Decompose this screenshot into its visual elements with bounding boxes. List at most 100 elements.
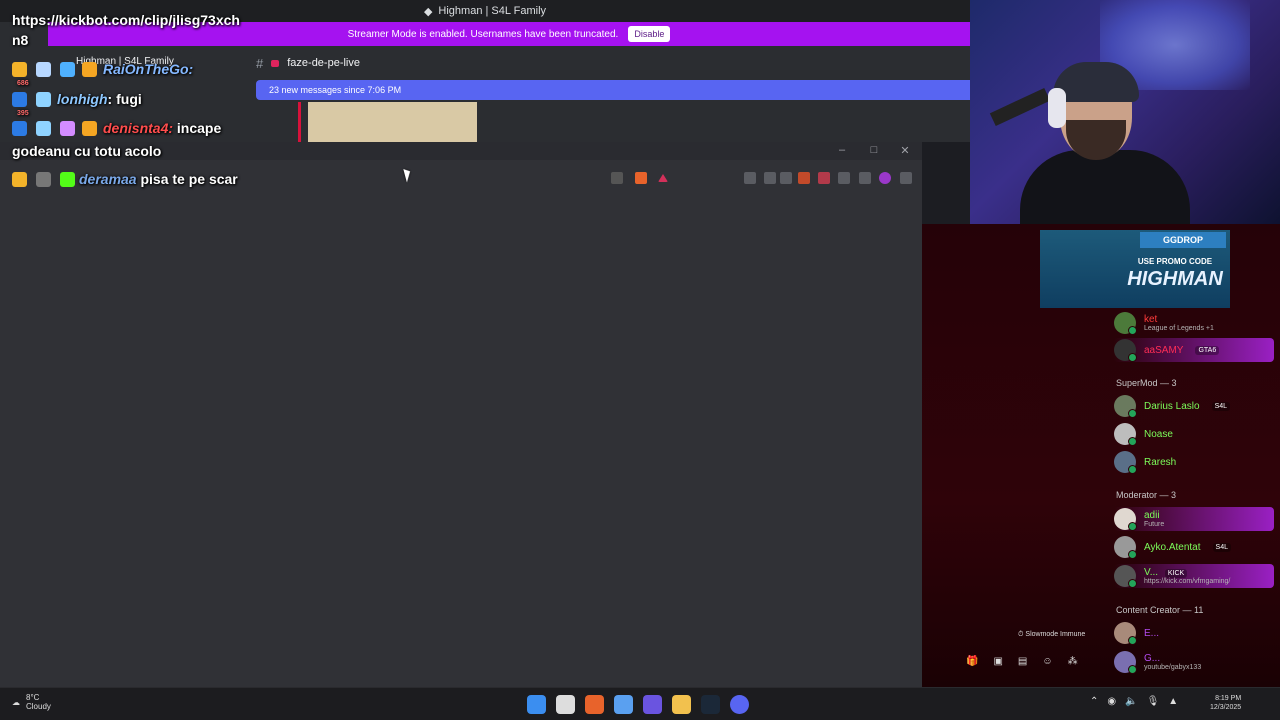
microphone: [989, 87, 1051, 127]
chat-toolbar: 🎁 ▣ ▤ ☺ ⁂: [966, 656, 1078, 667]
sidebar-icon[interactable]: [764, 172, 776, 184]
file-explorer-icon[interactable]: [672, 695, 691, 714]
extension-red-icon[interactable]: [798, 172, 810, 184]
chat-username: deramaa: [79, 171, 137, 187]
wifi-icon[interactable]: ▲: [1168, 696, 1178, 707]
discord-logo-icon: ◆: [423, 5, 433, 18]
brave-shield-icon[interactable]: [635, 172, 647, 184]
member-item[interactable]: E...: [1114, 622, 1159, 645]
windows-start-icon[interactable]: [527, 695, 546, 714]
copilot-icon[interactable]: [614, 695, 633, 714]
badge-icon: [82, 62, 97, 77]
webcam-feed: [970, 0, 1280, 224]
chat-clip-link: https://kickbot.com/clip/jlisg73xch: [12, 12, 240, 28]
apps-icon[interactable]: ⁂: [1068, 656, 1078, 667]
avatar: [1114, 508, 1137, 531]
gift-icon: [60, 121, 75, 136]
streamer-mode-text: Streamer Mode is enabled. Usernames have…: [347, 28, 619, 40]
chat-message-cont: godeanu cu totu acolo: [12, 143, 162, 159]
taskbar: ☁ 8°C Cloudy ⌃ ◉ 🔈 🎙 ▲ 8:19 PM 12/3/2025: [0, 687, 1280, 720]
gift-icon[interactable]: 🎁: [966, 656, 978, 667]
chat-username: lonhigh: [57, 91, 108, 107]
avatar: [1114, 423, 1137, 446]
badge-count: 686: [17, 80, 29, 87]
minimize-icon[interactable]: –: [834, 144, 850, 156]
chevron-up-icon[interactable]: ⌃: [1090, 696, 1098, 707]
close-icon[interactable]: ✕: [897, 144, 913, 157]
member-item[interactable]: ket League of Legends +1: [1114, 312, 1214, 335]
extension-wallet-icon[interactable]: [818, 172, 830, 184]
badge-icon: [36, 62, 51, 77]
server-tag: S4L: [1211, 401, 1231, 411]
chat-clip-link-cont: n8: [12, 32, 29, 48]
m365-icon[interactable]: [643, 695, 662, 714]
badge-icon: [82, 121, 97, 136]
member-item[interactable]: adii Future: [1114, 508, 1164, 531]
star-icon[interactable]: [838, 172, 850, 184]
badge-icon: [60, 62, 75, 77]
steam-icon[interactable]: [701, 695, 720, 714]
weather-icon: ☁: [12, 697, 20, 707]
avatar: [1114, 536, 1137, 559]
disable-streamer-mode-button[interactable]: Disable: [628, 26, 671, 42]
server-tag: KICK: [1164, 569, 1188, 578]
clock[interactable]: 8:19 PM 12/3/2025: [1210, 694, 1241, 712]
member-item[interactable]: V... KICK https://kick.com/vfmgaming/: [1114, 565, 1230, 588]
chat-username: denisnta4:: [103, 120, 174, 136]
badge-icon: [12, 92, 27, 107]
chat-message: incape: [173, 120, 222, 136]
server-tag: S4L: [1212, 542, 1231, 552]
gif-icon[interactable]: ▣: [993, 656, 1002, 667]
embed-image[interactable]: [308, 102, 477, 142]
brave-browser-icon[interactable]: [585, 695, 604, 714]
avatar: [1114, 622, 1137, 645]
chat-username: RaiOnTheGo:: [103, 61, 194, 77]
promo-brand: GGDROP: [1140, 232, 1226, 248]
member-item[interactable]: Darius Laslo S4L: [1114, 395, 1231, 418]
promo-line: USE PROMO CODE: [1137, 257, 1213, 266]
channel-name: faze-de-pe-live: [287, 57, 360, 69]
pen-icon[interactable]: [780, 172, 792, 184]
member-item[interactable]: Raresh: [1114, 451, 1176, 474]
shield-icon[interactable]: [859, 172, 871, 184]
headphones: [1048, 88, 1066, 128]
avatar: [1114, 451, 1137, 474]
game-tag: GTA6: [1195, 345, 1220, 355]
member-item[interactable]: G... youtube/gabyx133: [1114, 651, 1201, 674]
emoji-icon[interactable]: ☺: [1042, 656, 1052, 667]
badge-icon: [12, 121, 27, 136]
browser-window: – □ ✕: [0, 142, 922, 687]
avatar: [1114, 651, 1137, 674]
network-icon[interactable]: ◉: [1107, 696, 1116, 707]
hash-icon: #: [256, 55, 264, 71]
member-item[interactable]: aaSAMY GTA6: [1114, 339, 1220, 362]
extensions-icon[interactable]: [744, 172, 756, 184]
maximize-icon[interactable]: □: [866, 144, 882, 156]
new-messages-bar[interactable]: 23 new messages since 7:06 PM: [256, 80, 970, 100]
avatar: [1114, 395, 1137, 418]
sticker-icon[interactable]: ▤: [1018, 656, 1027, 667]
role-header-moderator: Moderator — 3: [1116, 490, 1177, 500]
menu-icon[interactable]: [900, 172, 912, 184]
task-view-icon[interactable]: [556, 695, 575, 714]
member-item[interactable]: Noase: [1114, 423, 1173, 446]
avatar: [1114, 339, 1137, 362]
leo-ai-icon[interactable]: [879, 172, 891, 184]
taskbar-apps: [527, 695, 749, 714]
mic-icon[interactable]: 🎙: [1147, 696, 1160, 707]
volume-icon[interactable]: 🔈: [1125, 696, 1137, 707]
badge-icon: [36, 92, 51, 107]
role-header-content-creator: Content Creator — 11: [1116, 605, 1204, 615]
badge-icon: [36, 172, 51, 187]
discord-icon[interactable]: [730, 695, 749, 714]
chat-message: pisa te pe scar: [140, 171, 238, 187]
heart-icon: [271, 59, 280, 67]
chat-message: : fugi: [107, 91, 142, 107]
weather-widget[interactable]: ☁ 8°C Cloudy: [12, 693, 51, 711]
discord-window-title: Highman | S4L Family: [438, 5, 547, 17]
promo-code: HIGHMAN: [1127, 268, 1223, 290]
member-item[interactable]: Ayko.Atentat S4L: [1114, 536, 1231, 559]
badge-icon: [60, 172, 75, 187]
avatar: [1114, 565, 1137, 588]
share-icon[interactable]: [611, 172, 623, 184]
